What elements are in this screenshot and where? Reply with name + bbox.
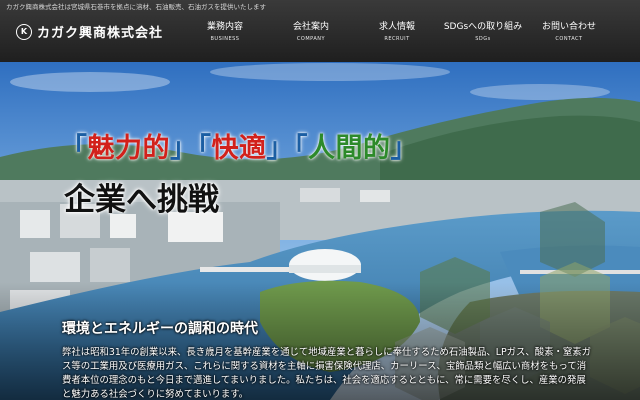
slogan-open-bracket: 「 bbox=[197, 133, 212, 164]
nav-item-sdgs[interactable]: SDGsへの取り組み SDGs bbox=[440, 22, 526, 42]
nav-label-jp: 会社案内 bbox=[292, 22, 329, 32]
main-nav: 業務内容 BUSINESS 会社案内 COMPANY 求人情報 RECRUIT … bbox=[182, 22, 612, 42]
nav-label-jp: 求人情報 bbox=[378, 22, 415, 32]
logo-mark-icon: K bbox=[16, 23, 32, 40]
nav-item-recruit[interactable]: 求人情報 RECRUIT bbox=[354, 22, 440, 42]
nav-item-company[interactable]: 会社案内 COMPANY bbox=[268, 22, 354, 42]
nav-label-en: RECRUIT bbox=[384, 36, 410, 42]
slogan-close-bracket: 」 bbox=[170, 133, 198, 164]
slogan-open-bracket: 「 bbox=[294, 133, 308, 164]
slogan-word-humane: 人間的 bbox=[308, 133, 391, 164]
slogan-open-bracket: 「 bbox=[60, 133, 88, 164]
nav-label-en: SDGs bbox=[475, 36, 491, 42]
nav-label-jp: 業務内容 bbox=[206, 22, 243, 32]
slogan-close-bracket: 」 bbox=[390, 133, 418, 164]
hero-slogan: 「魅力的」「快適」「人間的」 bbox=[60, 126, 418, 165]
site-tagline: カガク興商株式会社は宮城県石巻市を拠点に溶材、石油販売、石油ガスを提供いたします bbox=[6, 3, 266, 11]
section-subtitle: 環境とエネルギーの調和の時代 bbox=[62, 321, 258, 337]
nav-label-en: CONTACT bbox=[555, 36, 583, 42]
header-bar: カガク興商株式会社は宮城県石巻市を拠点に溶材、石油販売、石油ガスを提供いたします… bbox=[0, 0, 640, 62]
company-name: カガク興商株式会社 bbox=[37, 26, 164, 41]
hero-headline: 企業へ挑戦 bbox=[64, 182, 219, 218]
nav-label-jp: お問い合わせ bbox=[541, 22, 596, 32]
slogan-word-comfortable: 快適 bbox=[211, 133, 267, 164]
nav-item-business[interactable]: 業務内容 BUSINESS bbox=[182, 22, 268, 42]
slogan-word-attractive: 魅力的 bbox=[87, 133, 170, 164]
company-intro-text: 弊社は昭和31年の創業以来、長き歳月を基幹産業を通じて地域産業と暮らしに奉仕する… bbox=[62, 347, 592, 400]
nav-label-en: COMPANY bbox=[296, 36, 326, 42]
nav-label-jp: SDGsへの取り組み bbox=[443, 22, 523, 32]
hero-banner: 「魅力的」「快適」「人間的」 企業へ挑戦 環境とエネルギーの調和の時代 弊社は昭… bbox=[0, 62, 640, 400]
nav-item-contact[interactable]: お問い合わせ CONTACT bbox=[526, 22, 612, 42]
slogan-close-bracket: 」 bbox=[266, 133, 294, 164]
company-logo[interactable]: K カガク興商株式会社 bbox=[16, 22, 163, 41]
nav-label-en: BUSINESS bbox=[210, 36, 240, 42]
